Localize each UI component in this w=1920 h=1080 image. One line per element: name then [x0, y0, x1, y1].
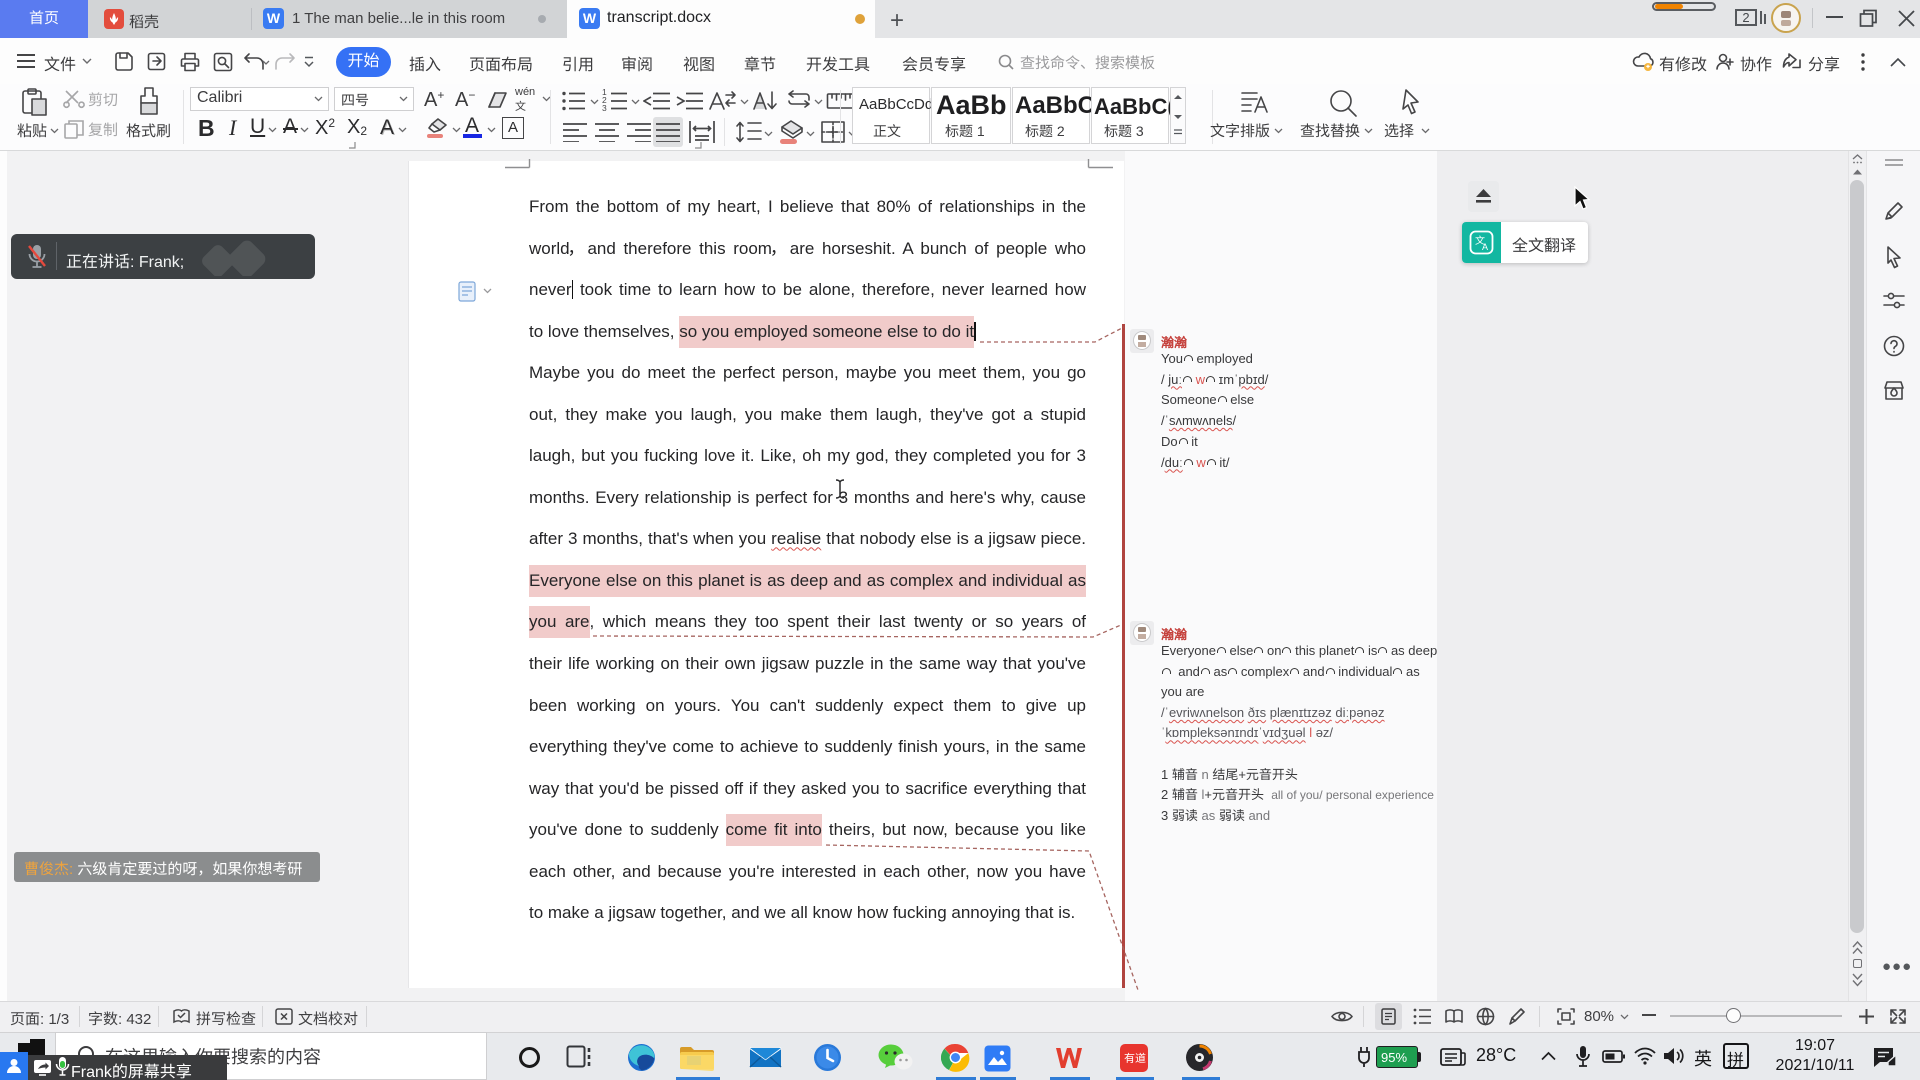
- svg-text:A: A: [1482, 242, 1488, 252]
